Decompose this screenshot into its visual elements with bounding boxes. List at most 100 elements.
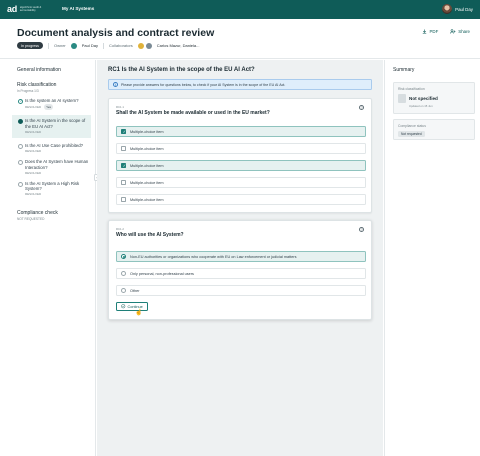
sidebar-step-eu-scope[interactable]: Is the AI System in the scope of the EU …	[12, 115, 91, 139]
compliance-status-badge: Not requested	[398, 131, 425, 137]
summary-panel: Summary Risk classification Not specifie…	[384, 60, 480, 456]
checkbox-option[interactable]: Multiple-choice item	[116, 160, 366, 171]
share-label: Share	[458, 29, 470, 34]
pdf-label: PDF	[429, 29, 439, 34]
info-icon: i	[113, 82, 118, 87]
app-logo[interactable]: ad algorithmic audit & accountability	[7, 4, 46, 14]
help-icon[interactable]: ?	[359, 227, 364, 232]
answer-badge: Yes	[44, 104, 54, 111]
option-label: Multiple-choice item	[130, 163, 164, 168]
divider	[47, 42, 49, 49]
option-label: Multiple-choice item	[130, 129, 164, 134]
pointer-cursor-icon: ☝	[135, 310, 143, 316]
top-bar: ad algorithmic audit & accountability My…	[0, 0, 480, 19]
page-title: Document analysis and contract review	[17, 27, 215, 39]
owner-name[interactable]: Paul Day	[82, 43, 98, 48]
step-label: Is the AI System a High Risk System?	[25, 181, 80, 192]
step-meta-row: RESOLVED Yes	[25, 104, 95, 111]
step-label: Is the AI Use Case prohibited?	[25, 143, 84, 149]
share-icon	[450, 29, 456, 34]
checkbox-option[interactable]: Multiple-choice item	[116, 177, 366, 188]
main-content: RC1 Is the AI System in the scope of the…	[97, 60, 383, 456]
step-label: Does the AI System have Human Interactio…	[25, 159, 89, 170]
step-circle-icon	[18, 182, 23, 188]
sidebar-step-high-risk[interactable]: Is the AI System a High Risk System? RES…	[17, 181, 95, 198]
owner-avatar	[70, 42, 77, 49]
compliance-label: Compliance status	[398, 124, 426, 128]
question-card-rc1-1: RC1.1 Shall the AI System be made availa…	[108, 98, 372, 213]
option-label: Multiple-choice item	[130, 146, 164, 151]
step-meta: RESOLVED	[25, 149, 42, 154]
current-step-icon	[18, 119, 23, 125]
step-label: Is the AI System in the scope of the EU …	[25, 118, 86, 129]
checkbox-icon	[121, 146, 126, 151]
collaborators-names[interactable]: Carlos Mazur, Daniela...	[157, 43, 200, 48]
meta-row: In progress Owner Paul Day Collaborators…	[17, 42, 199, 49]
radio-option[interactable]: Only personal, non-professional users	[116, 268, 366, 279]
checkbox-option[interactable]: Multiple-choice item	[116, 126, 366, 137]
question-card-rc1-2: RC1.2 Who will use the AI System? ? Non-…	[108, 220, 372, 320]
status-badge: In progress	[17, 42, 43, 49]
divider	[103, 42, 104, 49]
collaborator-avatar	[145, 42, 152, 49]
help-icon[interactable]: ?	[359, 105, 364, 110]
summary-title: Summary	[393, 67, 415, 73]
sidebar-step-prohibited[interactable]: Is the AI Use Case prohibited? RESOLVED	[17, 143, 95, 154]
radio-option[interactable]: Other	[116, 285, 366, 296]
question-number: RC1.1	[116, 105, 124, 109]
step-meta: RESOLVED	[25, 104, 42, 109]
sidebar-step-ai-system[interactable]: Is the system an AI system? RESOLVED Yes	[17, 98, 95, 111]
check-icon	[18, 99, 23, 105]
check-circle-icon	[121, 304, 126, 309]
continue-button[interactable]: Continue	[116, 302, 148, 311]
sidebar-item-risk-classification[interactable]: Risk classification	[17, 82, 95, 88]
question-text: Shall the AI System be made available or…	[116, 110, 270, 116]
share-button[interactable]: Share	[450, 29, 470, 34]
risk-row: Not specified	[398, 94, 470, 103]
step-meta-row: RESOLVED	[25, 192, 95, 197]
risk-classification-card: Risk classification Not specified Update…	[393, 82, 475, 114]
logo-text: algorithmic audit & accountability	[19, 6, 42, 12]
option-label: Multiple-choice item	[130, 180, 164, 185]
checkbox-icon	[121, 197, 126, 202]
collaborator-avatar	[137, 42, 144, 49]
continue-label: Continue	[127, 304, 143, 309]
step-circle-icon	[18, 160, 23, 166]
nav-my-ai-systems[interactable]: My AI Systems	[62, 6, 94, 11]
user-menu[interactable]: Paul Day	[442, 4, 473, 14]
checkbox-checked-icon	[121, 129, 126, 134]
risk-value: Not specified	[409, 96, 438, 101]
option-label: Multiple-choice item	[130, 197, 164, 202]
compliance-progress: NOT REQUESTED	[17, 216, 45, 221]
info-banner: i Please provide answers for questions b…	[108, 79, 372, 90]
sidebar-section-compliance: Compliance check NOT REQUESTED	[17, 210, 95, 221]
sidebar-item-general-information[interactable]: General information	[17, 67, 95, 73]
radio-option[interactable]: Non-EU authorities or organizations who …	[116, 251, 366, 262]
sidebar-step-human-interaction[interactable]: Does the AI System have Human Interactio…	[17, 159, 95, 176]
question-number: RC1.2	[116, 227, 124, 231]
compliance-status-card: Compliance status Not requested	[393, 119, 475, 140]
step-meta-row: RESOLVED	[25, 149, 95, 154]
sidebar: General information Risk classification …	[0, 60, 96, 456]
question-text: Who will use the AI System?	[116, 232, 184, 238]
avatar	[442, 4, 453, 14]
step-circle-icon	[18, 144, 23, 150]
sidebar-item-compliance-check[interactable]: Compliance check	[17, 210, 95, 216]
option-label: Non-EU authorities or organizations who …	[130, 254, 297, 259]
sidebar-section-risk: Risk classification In Progress 1/3	[17, 82, 95, 93]
step-meta-row: RESOLVED	[25, 130, 91, 135]
document-icon	[398, 94, 406, 103]
pdf-button[interactable]: PDF	[422, 29, 438, 34]
risk-label: Risk classification	[398, 87, 425, 91]
step-meta: RESOLVED	[25, 129, 42, 134]
step-meta: RESOLVED	[25, 170, 42, 175]
info-text: Please provide answers for questions bel…	[121, 82, 286, 87]
checkbox-option[interactable]: Multiple-choice item	[116, 194, 366, 205]
collaborators-label: Collaborators	[109, 43, 133, 48]
checkbox-option[interactable]: Multiple-choice item	[116, 143, 366, 154]
download-icon	[423, 29, 427, 34]
checkbox-checked-icon	[121, 163, 126, 168]
step-meta: RESOLVED	[25, 192, 42, 197]
logo-mark: ad	[7, 4, 17, 14]
option-label: Other	[130, 288, 140, 293]
